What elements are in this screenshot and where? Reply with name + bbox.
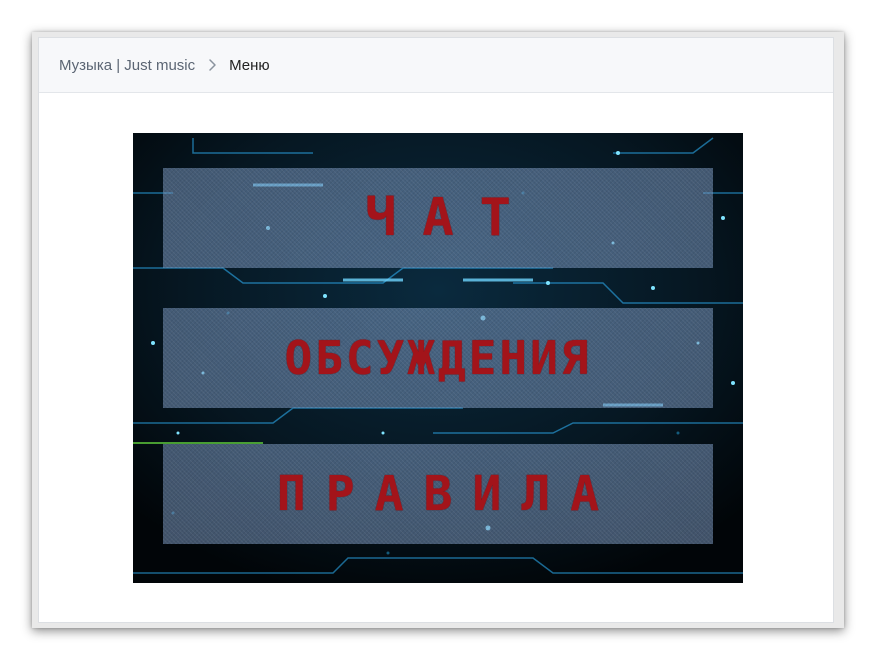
breadcrumb-group-link[interactable]: Музыка | Just music (59, 57, 195, 74)
discussions-button[interactable]: ОБСУЖДЕНИЯ (163, 308, 713, 408)
menu-banner-image: ЧАТ ОБСУЖДЕНИЯ ПРАВИЛА (133, 133, 743, 583)
chat-button[interactable]: ЧАТ (163, 168, 713, 268)
breadcrumb-current-page: Меню (229, 56, 270, 74)
menu-card: Музыка | Just music Меню ЧАТ ОБСУЖДЕНИЯ … (38, 37, 834, 623)
rules-button-label: ПРАВИЛА (276, 466, 620, 522)
chat-button-label: ЧАТ (365, 188, 537, 248)
chevron-right-icon (203, 56, 221, 74)
breadcrumb: Музыка | Just music Меню (39, 38, 833, 93)
discussions-button-label: ОБСУЖДЕНИЯ (284, 331, 592, 385)
rules-button[interactable]: ПРАВИЛА (163, 444, 713, 544)
page: Музыка | Just music Меню ЧАТ ОБСУЖДЕНИЯ … (0, 0, 879, 662)
